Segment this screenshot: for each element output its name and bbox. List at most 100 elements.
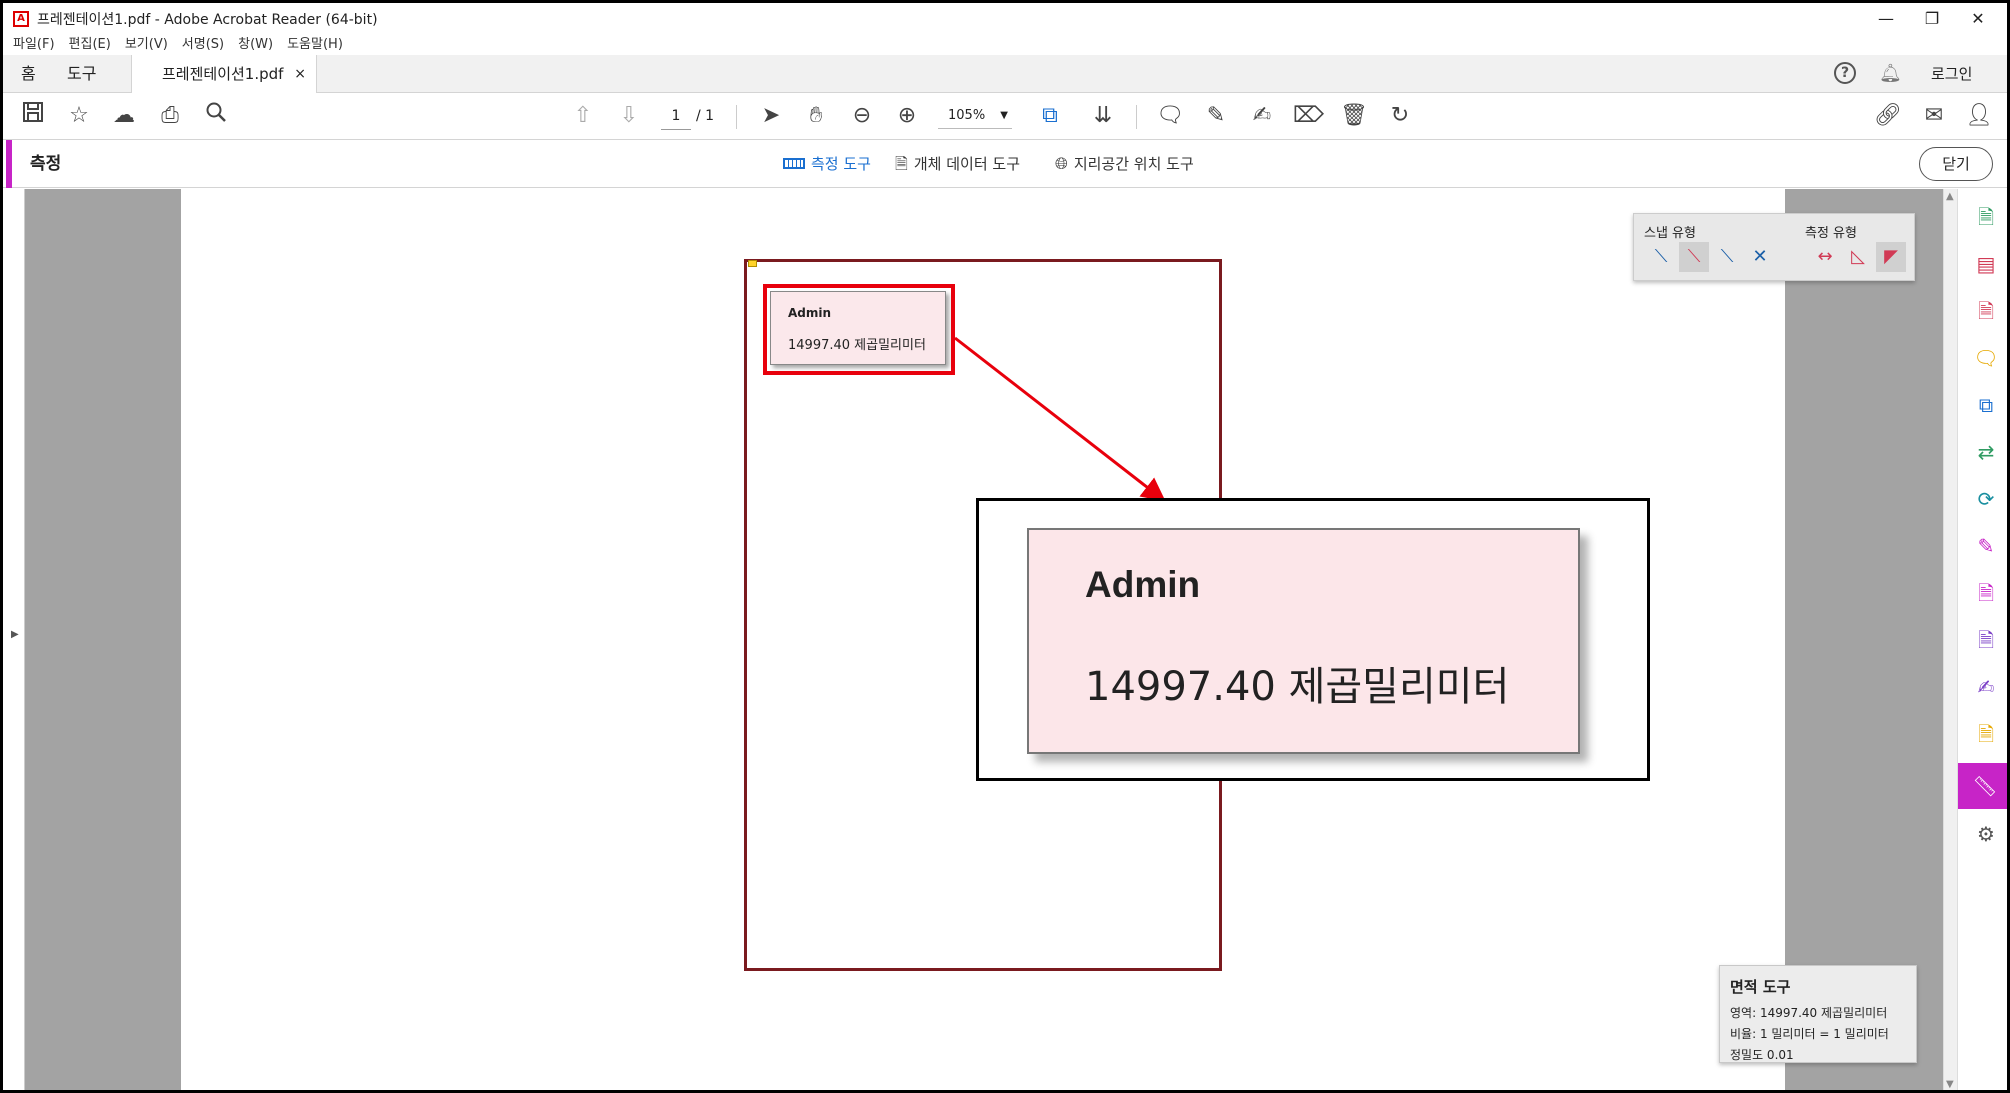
scan-ocr-icon[interactable]: ⟳ <box>1966 479 2006 519</box>
acrobat-app-icon: A <box>13 11 29 27</box>
more-tools-icon[interactable]: ⚙︎ <box>1966 814 2006 854</box>
login-button[interactable]: 로그인 <box>1931 55 1972 93</box>
toolbar-divider <box>1136 105 1137 129</box>
organize-pages-icon[interactable]: ▤ <box>1966 244 2006 284</box>
create-pdf-icon[interactable]: 🗎︎ <box>1966 197 2006 237</box>
delete-trash-icon[interactable]: 🗑︎ <box>1339 101 1369 131</box>
object-data-tool-button[interactable]: 🗎︎ 개체 데이터 도구 <box>895 140 1020 188</box>
snap-intersection-icon[interactable]: ✕ <box>1745 242 1775 272</box>
tab-bar: 홈 도구 프레젠테이션1.pdf × ? 🔔︎ 로그인 <box>3 55 2007 93</box>
bookmark-star-icon[interactable]: ☆ <box>64 101 94 131</box>
info-precision: 정밀도 0.01 <box>1730 1048 1794 1062</box>
email-icon[interactable]: ✉︎ <box>1919 101 1949 131</box>
zoom-in-icon[interactable]: ⊕ <box>892 101 922 131</box>
save-icon[interactable] <box>18 101 48 131</box>
fill-sign-icon[interactable]: ✎ <box>1966 526 2006 566</box>
scroll-down-icon[interactable]: ▼ <box>1946 1079 1954 1090</box>
comment-icon[interactable]: 🗨︎ <box>1155 101 1185 131</box>
object-data-icon: 🗎︎ <box>895 154 908 173</box>
notification-bell-icon[interactable]: 🔔︎ <box>1879 63 1902 84</box>
minimize-button[interactable]: — <box>1863 3 1909 35</box>
menu-edit[interactable]: 편집(E) <box>69 33 111 53</box>
menu-help[interactable]: 도움말(H) <box>287 33 343 53</box>
distance-tool-icon[interactable]: ↔ <box>1810 242 1840 272</box>
geo-location-tool-button[interactable]: 🌐︎ 지리공간 위치 도구 <box>1055 140 1194 188</box>
left-panel-toggle[interactable]: ▶ <box>3 189 25 1090</box>
measure-tool-button[interactable]: 측정 도구 <box>783 140 871 188</box>
measure-type-label: 측정 유형 <box>1805 226 1857 241</box>
stamp-tool-icon[interactable]: 🗎︎ <box>1966 714 2006 754</box>
measure-rail-icon[interactable]: 📏︎ <box>1958 763 2007 809</box>
add-user-icon[interactable]: 👤︎ <box>1964 101 1994 131</box>
page-number-input[interactable]: 1 <box>661 102 691 130</box>
measure-tool-label: 측정 도구 <box>811 155 871 173</box>
zoom-out-icon[interactable]: ⊖ <box>847 101 877 131</box>
right-tools-rail: 🗎︎ ▤ 🗎︎ 🗨︎ ⧉ ⇄ ⟳ ✎ 🗎︎ 🗎︎ ✍︎ 🗎︎ 📏︎ ⚙︎ <box>1957 189 2007 1090</box>
snap-midpoint-icon[interactable]: ⟍ <box>1712 242 1742 272</box>
search-zoom-icon[interactable] <box>201 101 231 131</box>
tab-tools[interactable]: 도구 <box>67 55 96 93</box>
object-data-tool-label: 개체 데이터 도구 <box>913 155 1021 173</box>
next-page-icon[interactable]: ⇩ <box>614 101 644 131</box>
info-ratio: 비율: 1 밀리미터 = 1 밀리미터 <box>1730 1027 1889 1041</box>
scroll-up-icon[interactable]: ▲ <box>1946 191 1954 202</box>
measure-accent-bar <box>6 140 12 188</box>
menu-view[interactable]: 보기(V) <box>125 33 168 53</box>
snap-path-icon[interactable]: ⟍ <box>1646 242 1676 272</box>
request-signature-icon[interactable]: ✍︎ <box>1966 667 2006 707</box>
menu-file[interactable]: 파일(F) <box>13 33 55 53</box>
comment-tool-icon[interactable]: 🗨︎ <box>1966 338 2006 378</box>
menu-window[interactable]: 창(W) <box>238 33 273 53</box>
snap-measure-type-panel: 스냅 유형 측정 유형 ⟍ ⟍ ⟍ ✕ ↔ ◺ ◤ <box>1633 213 1915 281</box>
protect-icon[interactable]: 🗎︎ <box>1966 573 2006 613</box>
close-measure-button[interactable]: 닫기 <box>1919 147 1993 181</box>
restore-button[interactable]: ❐ <box>1909 3 1955 35</box>
zoomed-callout: Admin 14997.40 제곱밀리미터 <box>976 498 1650 781</box>
measure-title: 측정 <box>30 154 62 174</box>
note-author-enlarged: Admin <box>1085 564 1201 605</box>
comment-marker-icon[interactable] <box>748 260 757 267</box>
draw-sign-icon[interactable]: ✍︎ <box>1247 101 1277 131</box>
share-link-icon[interactable]: 🔗︎ <box>1873 101 1903 131</box>
snap-type-label: 스냅 유형 <box>1644 226 1696 241</box>
vertical-scrollbar[interactable]: ▲ ▼ <box>1943 189 1957 1090</box>
measurement-note-enlarged: Admin 14997.40 제곱밀리미터 <box>1027 528 1580 754</box>
area-tool-icon[interactable]: ◤ <box>1876 242 1906 272</box>
export-pdf-icon[interactable]: 🗎︎ <box>1966 291 2006 331</box>
hand-tool-icon[interactable]: ✋︎ <box>801 101 831 131</box>
zoom-select[interactable]: 105% ▼ <box>938 103 1012 129</box>
stamp-icon[interactable]: ⌦ <box>1293 101 1324 131</box>
upload-cloud-icon[interactable]: ☁︎ <box>109 101 139 131</box>
prev-page-icon[interactable]: ⇧ <box>568 101 598 131</box>
close-window-button[interactable]: ✕ <box>1955 3 2001 35</box>
tab-home[interactable]: 홈 <box>21 55 36 93</box>
prepare-form-icon[interactable]: 🗎︎ <box>1966 620 2006 660</box>
zoom-value: 105% <box>948 108 986 123</box>
geo-location-tool-label: 지리공간 위치 도구 <box>1073 155 1194 173</box>
menu-sign[interactable]: 서명(S) <box>182 33 224 53</box>
select-pointer-icon[interactable]: ➤ <box>756 101 786 131</box>
tab-document-label: 프레젠테이션1.pdf <box>162 65 284 83</box>
area-tool-info-panel: 면적 도구 영역: 14997.40 제곱밀리미터 비율: 1 밀리미터 = 1… <box>1719 965 1917 1063</box>
highlight-pen-icon[interactable]: ✎ <box>1201 101 1231 131</box>
tab-document[interactable]: 프레젠테이션1.pdf × <box>131 55 317 93</box>
note-value-enlarged: 14997.40 제곱밀리미터 <box>1085 664 1510 710</box>
info-title: 면적 도구 <box>1730 978 1791 996</box>
compare-files-icon[interactable]: ⇄ <box>1966 432 2006 472</box>
print-icon[interactable]: ⎙ <box>155 101 185 131</box>
help-icon[interactable]: ? <box>1834 62 1856 84</box>
tab-close-icon[interactable]: × <box>294 55 306 93</box>
perimeter-tool-icon[interactable]: ◺ <box>1843 242 1873 272</box>
scroll-mode-icon[interactable]: ⇊ <box>1088 101 1118 131</box>
rotate-icon[interactable]: ↻ <box>1385 101 1415 131</box>
title-bar: A 프레젠테이션1.pdf - Adobe Acrobat Reader (64… <box>3 3 2007 35</box>
globe-icon: 🌐︎ <box>1055 154 1068 173</box>
info-area: 영역: 14997.40 제곱밀리미터 <box>1730 1006 1888 1020</box>
chevron-right-icon: ▶ <box>11 629 19 640</box>
snap-endpoint-icon[interactable]: ⟍ <box>1679 242 1709 272</box>
page-fit-icon[interactable]: ⧉ <box>1035 101 1065 131</box>
measure-toolbar: 측정 측정 도구 🗎︎ 개체 데이터 도구 🌐︎ 지리공간 위치 도구 닫기 <box>3 140 2007 188</box>
combine-files-icon[interactable]: ⧉ <box>1966 385 2006 425</box>
toolbar-divider <box>736 105 737 129</box>
menu-bar: 파일(F) 편집(E) 보기(V) 서명(S) 창(W) 도움말(H) <box>3 33 357 53</box>
